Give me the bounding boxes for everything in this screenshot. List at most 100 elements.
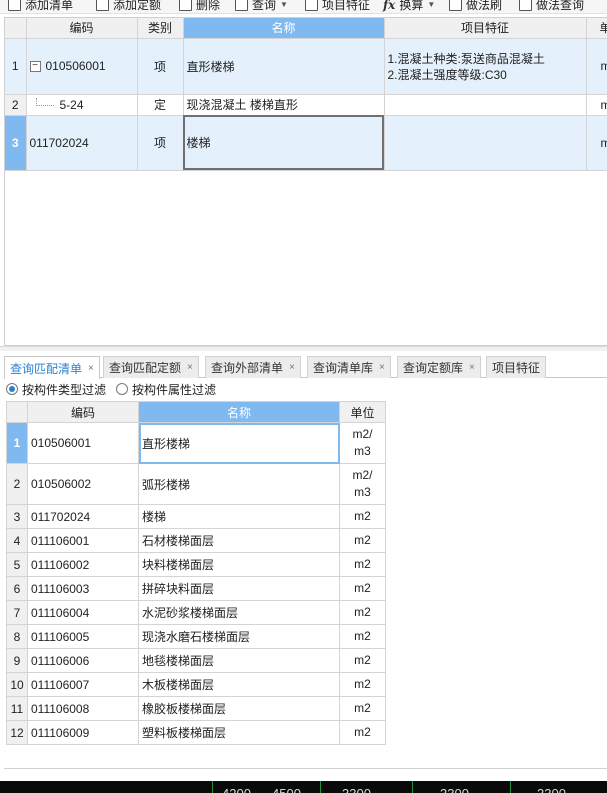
column-header-name[interactable]: 名称 (138, 401, 340, 423)
query-button[interactable]: 查询 ▼ (235, 0, 288, 13)
unit-cell[interactable]: m2 (339, 504, 386, 529)
code-cell[interactable]: 011106003 (27, 576, 139, 601)
code-cell[interactable]: 011702024 (27, 504, 139, 529)
radio-selected-icon[interactable] (6, 383, 18, 395)
column-header-feature[interactable]: 项目特征 (384, 18, 587, 39)
unit-cell[interactable]: m2 (339, 720, 386, 745)
close-icon[interactable]: × (379, 362, 385, 373)
code-cell[interactable]: 011106002 (27, 552, 139, 577)
unit-cell[interactable]: m2 (339, 528, 386, 553)
table-row[interactable]: 10 011106007 木板楼梯面层 m2 (6, 672, 386, 697)
delete-button[interactable]: 删除 (179, 0, 220, 13)
unit-cell[interactable]: m (586, 94, 607, 116)
unit-cell[interactable]: m2/m3 (339, 422, 386, 464)
cad-drawing-area[interactable]: 4200 4500 3300 3300 3300 (0, 781, 607, 793)
tab-item-feature[interactable]: 项目特征 (486, 356, 547, 378)
name-cell[interactable]: 地毯楼梯面层 (138, 648, 340, 673)
close-icon[interactable]: × (289, 362, 295, 373)
code-cell[interactable]: 011106006 (27, 648, 139, 673)
code-cell[interactable]: 011106005 (27, 624, 139, 649)
add-list-button[interactable]: 添加清单 (8, 0, 73, 13)
name-cell[interactable]: 现浇水磨石楼梯面层 (138, 624, 340, 649)
code-cell[interactable]: 011106007 (27, 672, 139, 697)
code-cell[interactable]: 011106001 (27, 528, 139, 553)
name-cell[interactable]: 弧形楼梯 (138, 463, 340, 505)
name-cell[interactable]: 块料楼梯面层 (138, 552, 340, 577)
table-row[interactable]: 4 011106001 石材楼梯面层 m2 (6, 528, 386, 553)
tab-query-external-list[interactable]: 查询外部清单 × (205, 356, 301, 378)
table-row[interactable]: 1 010506001 直形楼梯 m2/m3 (6, 422, 386, 464)
column-header-type[interactable]: 类别 (137, 18, 184, 39)
unit-cell[interactable]: m2 (339, 624, 386, 649)
table-row[interactable]: 11 011106008 橡胶板楼梯面层 m2 (6, 696, 386, 721)
method-query-button[interactable]: 做法查询 (519, 0, 584, 13)
item-feature-button[interactable]: 项目特征 (305, 0, 370, 13)
table-row[interactable]: 1 −010506001 项 直形楼梯 1.混凝土种类:泵送商品混凝土 2.混凝… (5, 38, 607, 95)
code-cell[interactable]: 011106008 (27, 696, 139, 721)
table-row[interactable]: 2 010506002 弧形楼梯 m2/m3 (6, 463, 386, 505)
type-cell[interactable]: 项 (137, 38, 184, 95)
tab-query-matching-quota[interactable]: 查询匹配定额 × (103, 356, 199, 378)
unit-cell[interactable]: m2/m3 (339, 463, 386, 505)
name-cell[interactable]: 直形楼梯 (183, 38, 385, 95)
close-icon[interactable]: × (187, 362, 193, 373)
name-cell-editing[interactable]: 楼梯 (183, 115, 385, 171)
name-cell[interactable]: 现浇混凝土 楼梯直形 (183, 94, 385, 116)
unit-cell[interactable]: m (586, 38, 607, 95)
name-cell[interactable]: 石材楼梯面层 (138, 528, 340, 553)
panel-splitter[interactable] (0, 346, 607, 351)
column-header-code[interactable]: 编码 (26, 18, 138, 39)
feature-cell[interactable] (384, 94, 587, 116)
name-cell[interactable]: 橡胶板楼梯面层 (138, 696, 340, 721)
close-icon[interactable]: × (469, 362, 475, 373)
name-cell[interactable]: 塑料板楼梯面层 (138, 720, 340, 745)
name-cell[interactable]: 楼梯 (138, 504, 340, 529)
column-header-unit[interactable]: 单 (586, 18, 607, 39)
code-cell[interactable]: 010506001 (27, 422, 139, 464)
filter-by-component-attribute[interactable]: 按构件属性过滤 (116, 381, 216, 398)
column-header-name[interactable]: 名称 (183, 18, 385, 39)
unit-cell[interactable]: m2 (339, 648, 386, 673)
unit-cell[interactable]: m2 (339, 576, 386, 601)
close-icon[interactable]: × (88, 363, 94, 374)
name-cell[interactable]: 拼碎块料面层 (138, 576, 340, 601)
unit-cell[interactable]: m (586, 115, 607, 171)
tab-query-list-library[interactable]: 查询清单库 × (307, 356, 391, 378)
table-row[interactable]: 5 011106002 块料楼梯面层 m2 (6, 552, 386, 577)
feature-cell[interactable] (384, 115, 587, 171)
code-cell[interactable]: 011106004 (27, 600, 139, 625)
name-cell[interactable]: 直形楼梯 (138, 422, 340, 464)
table-row[interactable]: 6 011106003 拼碎块料面层 m2 (6, 576, 386, 601)
table-row[interactable]: 3 011702024 项 楼梯 m (5, 115, 607, 171)
tab-query-matching-list[interactable]: 查询匹配清单 × (4, 356, 100, 379)
name-cell[interactable]: 木板楼梯面层 (138, 672, 340, 697)
code-cell[interactable]: 010506002 (27, 463, 139, 505)
type-cell[interactable]: 项 (137, 115, 184, 171)
method-brush-button[interactable]: 做法刷 (449, 0, 502, 13)
code-cell[interactable]: 5-24 (26, 94, 138, 116)
type-cell[interactable]: 定 (137, 94, 184, 116)
table-row[interactable]: 2 5-24 定 现浇混凝土 楼梯直形 m (5, 94, 607, 116)
table-row[interactable]: 8 011106005 现浇水磨石楼梯面层 m2 (6, 624, 386, 649)
table-row[interactable]: 3 011702024 楼梯 m2 (6, 504, 386, 529)
table-row[interactable]: 9 011106006 地毯楼梯面层 m2 (6, 648, 386, 673)
table-row[interactable]: 7 011106004 水泥砂浆楼梯面层 m2 (6, 600, 386, 625)
add-quota-button[interactable]: 添加定额 (96, 0, 161, 13)
tab-query-quota-library[interactable]: 查询定额库 × (397, 356, 481, 378)
column-header-unit[interactable]: 单位 (339, 401, 386, 423)
column-header-code[interactable]: 编码 (27, 401, 139, 423)
code-cell[interactable]: 011106009 (27, 720, 139, 745)
conversion-button[interactable]: fx 换算 ▼ (383, 0, 435, 13)
table-row[interactable]: 12 011106009 塑料板楼梯面层 m2 (6, 720, 386, 745)
unit-cell[interactable]: m2 (339, 552, 386, 577)
radio-icon[interactable] (116, 383, 129, 395)
feature-cell[interactable]: 1.混凝土种类:泵送商品混凝土 2.混凝土强度等级:C30 (384, 38, 587, 95)
collapse-icon[interactable]: − (29, 61, 41, 73)
filter-by-component-type[interactable]: 按构件类型过滤 (6, 381, 106, 398)
unit-cell[interactable]: m2 (339, 600, 386, 625)
unit-cell[interactable]: m2 (339, 696, 386, 721)
code-cell[interactable]: 011702024 (26, 115, 138, 171)
code-cell[interactable]: −010506001 (26, 38, 138, 95)
name-cell[interactable]: 水泥砂浆楼梯面层 (138, 600, 340, 625)
unit-cell[interactable]: m2 (339, 672, 386, 697)
